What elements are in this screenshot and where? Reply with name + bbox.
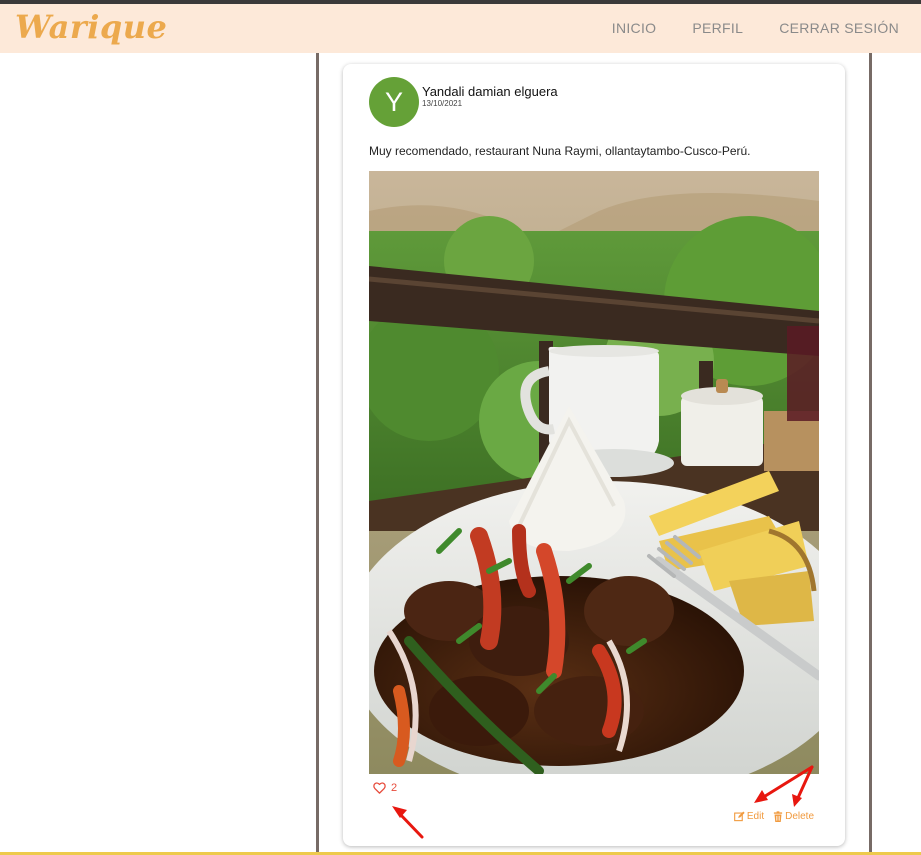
edit-button[interactable]: Edit (733, 811, 765, 822)
post-actions: Edit Delete (733, 811, 814, 822)
brand-logo[interactable]: Warique (15, 8, 167, 46)
delete-button[interactable]: Delete (773, 811, 814, 822)
edit-label: Edit (746, 811, 765, 822)
like-button[interactable]: 2 (373, 782, 397, 794)
like-count: 2 (391, 782, 398, 794)
post-date: 13/10/2021 (422, 99, 463, 108)
edit-icon (733, 811, 745, 822)
avatar[interactable]: Y (369, 77, 419, 127)
nav-perfil[interactable]: PERFIL (692, 20, 743, 36)
post-author: Yandali damian elguera (422, 84, 558, 99)
nav-links: INICIO PERFIL CERRAR SESIÓN (612, 20, 899, 36)
food-photo-illustration (369, 171, 819, 774)
delete-label: Delete (785, 811, 814, 822)
post-caption: Muy recomendado, restaurant Nuna Raymi, … (369, 144, 751, 158)
heart-outline-icon (373, 782, 386, 794)
navbar: Warique INICIO PERFIL CERRAR SESIÓN (0, 4, 921, 53)
trash-icon (773, 811, 783, 822)
post-card: Y Yandali damian elguera 13/10/2021 Muy … (343, 64, 845, 846)
nav-logout[interactable]: CERRAR SESIÓN (779, 20, 899, 36)
nav-inicio[interactable]: INICIO (612, 20, 657, 36)
post-photo (369, 171, 819, 774)
